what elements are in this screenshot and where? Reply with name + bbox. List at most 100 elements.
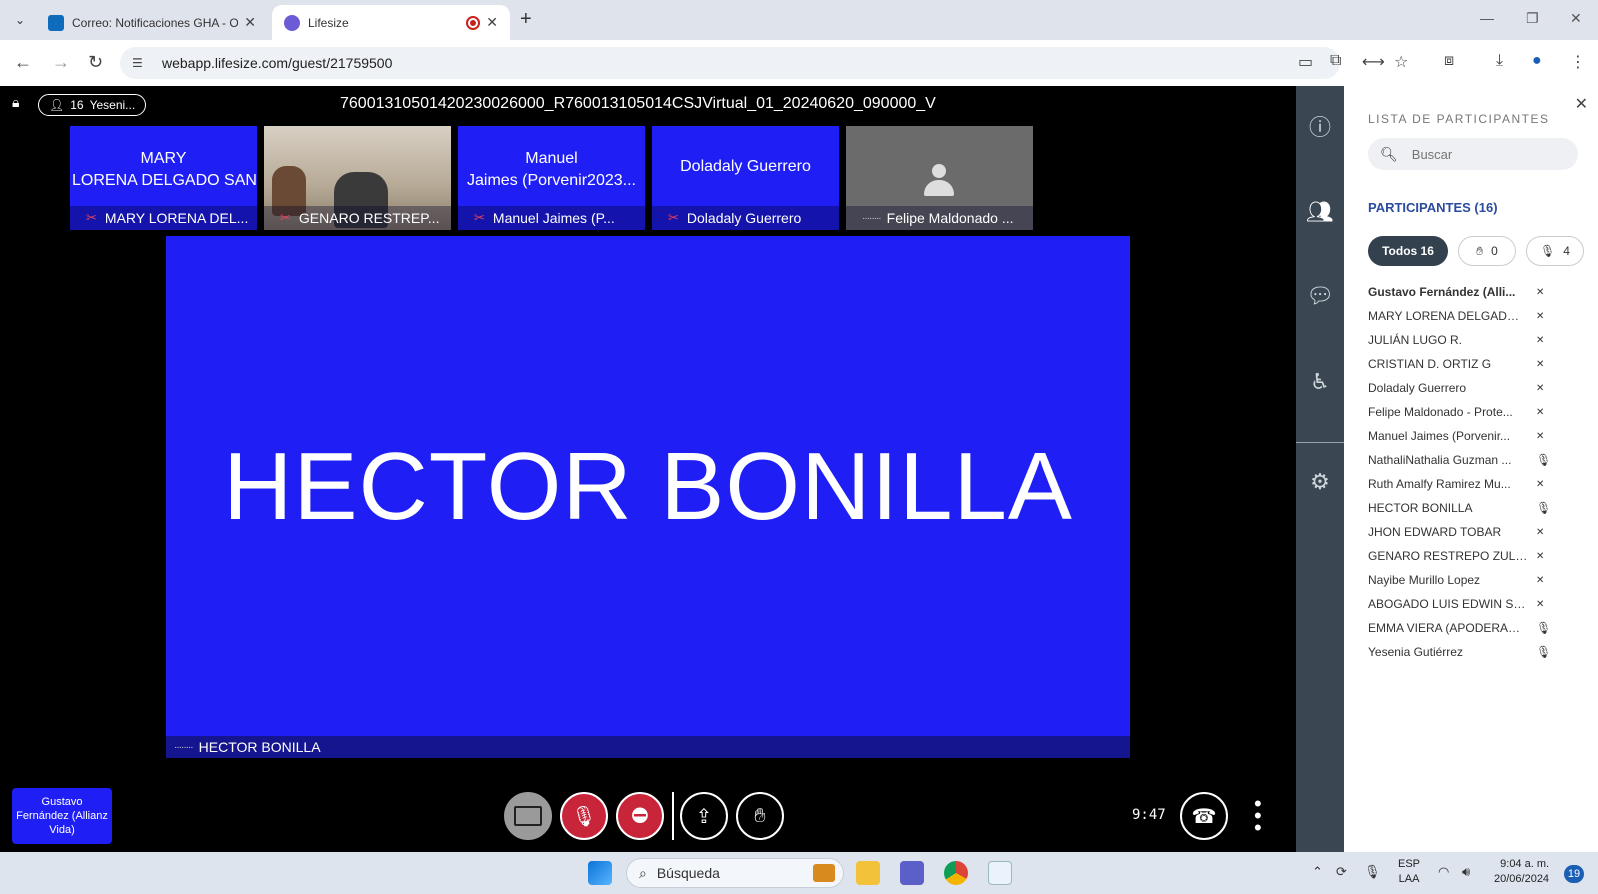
participant-list-item[interactable]: Yesenia Gutiérrez 🎙︎ [1368, 640, 1588, 664]
layout-toggle-button[interactable] [504, 792, 552, 840]
tray-sync-icon[interactable]: ⟳ [1336, 864, 1347, 880]
extensions-icon[interactable]: ⧈ [1444, 52, 1454, 70]
participant-tile[interactable]: Doladaly Guerrero ✂︎ Doladaly Guerrero [652, 126, 839, 230]
download-icon[interactable]: ⤓ [1496, 52, 1503, 70]
participant-list-item[interactable]: Gustavo Fernández (Alli... ✕ [1368, 280, 1588, 304]
translate-icon[interactable]: ⟷ [1362, 52, 1385, 72]
participant-tile-video[interactable]: ✂︎ GENARO RESTREP... [264, 126, 451, 230]
camera-off-icon: ⛔︎ [631, 804, 649, 827]
windows-start-icon[interactable] [588, 861, 612, 885]
participant-badge-name: Yeseni... [89, 98, 136, 112]
side-rail: ⓘ 👥︎ 💬︎ ♿︎ ⚙︎ [1296, 86, 1344, 852]
filter-hands-button[interactable]: ✋︎ 0 [1458, 236, 1516, 266]
audio-level-icon: ········ [174, 741, 194, 753]
close-panel-icon[interactable]: ✕ [1575, 94, 1588, 114]
close-icon[interactable]: ✕ [244, 14, 256, 31]
camera-icon[interactable]: ▭ [1298, 52, 1313, 72]
wifi-icon[interactable]: ◠ [1438, 864, 1449, 880]
taskbar-search[interactable]: ⌕ Búsqueda [626, 858, 844, 888]
participant-search[interactable]: 🔍︎ [1368, 138, 1578, 170]
chat-icon[interactable]: 💬︎ [1304, 280, 1336, 312]
participant-list-item[interactable]: JULIÁN LUGO R. ✕ [1368, 328, 1588, 352]
participant-count-badge[interactable]: 👤︎ 16 Yeseni... [38, 94, 147, 116]
participant-tile[interactable]: ········ Felipe Maldonado ... [846, 126, 1033, 230]
participant-list-item[interactable]: HECTOR BONILLA 🎙︎ [1368, 496, 1588, 520]
notification-badge[interactable]: 19 [1564, 865, 1584, 883]
settings-gear-icon[interactable]: ⚙︎ [1304, 466, 1336, 498]
participant-name: JULIÁN LUGO R. [1368, 333, 1463, 347]
call-timer: 9:47 [1132, 807, 1166, 823]
teams-icon[interactable] [900, 861, 924, 885]
participant-list-item[interactable]: ABOGADO LUIS EDWIN SA... ✕ [1368, 592, 1588, 616]
close-icon[interactable]: ✕ [486, 14, 498, 31]
recording-icon [466, 15, 481, 30]
bookmark-star-icon[interactable]: ☆ [1394, 52, 1408, 72]
minimize-icon[interactable]: — [1480, 10, 1494, 26]
forward-icon[interactable]: → [52, 52, 70, 73]
search-input[interactable] [1411, 146, 1562, 162]
info-icon[interactable]: ⓘ [1304, 110, 1336, 142]
site-settings-icon[interactable]: ☰ [132, 56, 148, 70]
participant-name: JHON EDWARD TOBAR [1368, 525, 1502, 539]
participant-list-item[interactable]: Ruth Amalfy Ramirez Mu... ✕ [1368, 472, 1588, 496]
share-button[interactable]: ⇪ [680, 792, 728, 840]
camera-off-button[interactable]: ⛔︎ [616, 792, 664, 840]
new-tab-icon[interactable]: + [520, 8, 532, 31]
participant-list-item[interactable]: GENARO RESTREPO ZULUA... ✕ [1368, 544, 1588, 568]
participant-tile[interactable]: MARY LORENA DELGADO SAN... ✂︎ MARY LORENA… [70, 126, 257, 230]
mic-muted-icon: ✕ [1536, 358, 1545, 370]
avatar-placeholder-icon [922, 164, 956, 198]
mic-muted-icon: ✕ [1536, 430, 1545, 442]
tile-name-big: Doladaly Guerrero [680, 158, 811, 175]
reload-icon[interactable]: ↻ [88, 52, 103, 73]
tray-mic-icon[interactable]: 🎙︎ [1364, 864, 1381, 880]
lock-icon[interactable]: 🔒︎ [12, 94, 30, 114]
taskbar-clock[interactable]: 9:04 a. m. 20/06/2024 [1494, 857, 1549, 887]
participant-name: EMMA VIERA (APODERADA... [1368, 621, 1528, 635]
participant-list-item[interactable]: Manuel Jaimes (Porvenir... ✕ [1368, 424, 1588, 448]
raise-hand-button[interactable]: ✋︎ [736, 792, 784, 840]
participants-panel: ✕ LISTA DE PARTICIPANTES 🔍︎ PARTICIPANTE… [1344, 86, 1598, 852]
volume-icon[interactable]: 🔊︎ [1462, 864, 1470, 880]
hang-up-button[interactable]: ☎︎ [1180, 792, 1228, 840]
participant-list-item[interactable]: Felipe Maldonado - Prote... ✕ [1368, 400, 1588, 424]
search-icon: ⌕ [639, 864, 647, 881]
tab-outlook[interactable]: Correo: Notificaciones GHA - O ✕ [36, 5, 268, 40]
menu-icon[interactable]: ⋮ [1570, 52, 1586, 72]
participant-list-item[interactable]: EMMA VIERA (APODERADA... 🎙︎ [1368, 616, 1588, 640]
mic-muted-icon: ✂︎ [668, 210, 679, 225]
tab-search-chevron-icon[interactable]: ⌄ [8, 8, 32, 32]
participant-list-item[interactable]: Doladaly Guerrero ✕ [1368, 376, 1588, 400]
profile-icon[interactable]: ● [1532, 52, 1542, 70]
mic-icon: 🎙︎ [1536, 621, 1552, 635]
mute-mic-button[interactable]: 🎙︎ [560, 792, 608, 840]
participants-icon[interactable]: 👥︎ [1304, 196, 1336, 228]
filter-mics-button[interactable]: 🎙︎ 4 [1526, 236, 1584, 266]
restore-icon[interactable]: ❐ [1526, 10, 1539, 27]
participant-list-item[interactable]: MARY LORENA DELGADO S... ✕ [1368, 304, 1588, 328]
input-language[interactable]: ESP LAA [1398, 857, 1420, 887]
filter-all-button[interactable]: Todos 16 [1368, 236, 1448, 266]
chrome-icon[interactable] [944, 861, 968, 885]
snipping-tool-icon[interactable] [988, 861, 1012, 885]
participant-tile[interactable]: Manuel Jaimes (Porvenir2023... ✂︎ Manuel … [458, 126, 645, 230]
more-options-icon[interactable]: • • • [1254, 793, 1262, 839]
browser-toolbar: ← → ↻ ☰ webapp.lifesize.com/guest/217595… [0, 40, 1598, 86]
participant-list-item[interactable]: JHON EDWARD TOBAR ✕ [1368, 520, 1588, 544]
mic-icon: 🎙︎ [1536, 501, 1552, 515]
participant-name: ABOGADO LUIS EDWIN SA... [1368, 597, 1528, 611]
window-close-icon[interactable]: ✕ [1570, 10, 1582, 27]
file-explorer-icon[interactable] [856, 861, 880, 885]
participant-list-item[interactable]: CRISTIAN D. ORTIZ G ✕ [1368, 352, 1588, 376]
address-bar[interactable]: ☰ webapp.lifesize.com/guest/21759500 [120, 47, 1340, 79]
url-text: webapp.lifesize.com/guest/21759500 [162, 55, 393, 71]
tray-chevron-icon[interactable]: ⌃ [1312, 864, 1323, 880]
tab-lifesize[interactable]: Lifesize ✕ [272, 5, 510, 40]
install-app-icon[interactable]: ⧉ [1330, 52, 1341, 70]
participant-list-item[interactable]: NathaliNathalia Guzman ... 🎙︎ [1368, 448, 1588, 472]
back-icon[interactable]: ← [14, 52, 32, 73]
self-view-tile[interactable]: Gustavo Fernández (Allianz Vida) [12, 788, 112, 844]
participant-list-item[interactable]: Nayibe Murillo Lopez ✕ [1368, 568, 1588, 592]
accessibility-icon[interactable]: ♿︎ [1304, 366, 1336, 398]
meeting-stage: 🔒︎ 👤︎ 16 Yeseni... 760013105014202300260… [0, 86, 1296, 852]
